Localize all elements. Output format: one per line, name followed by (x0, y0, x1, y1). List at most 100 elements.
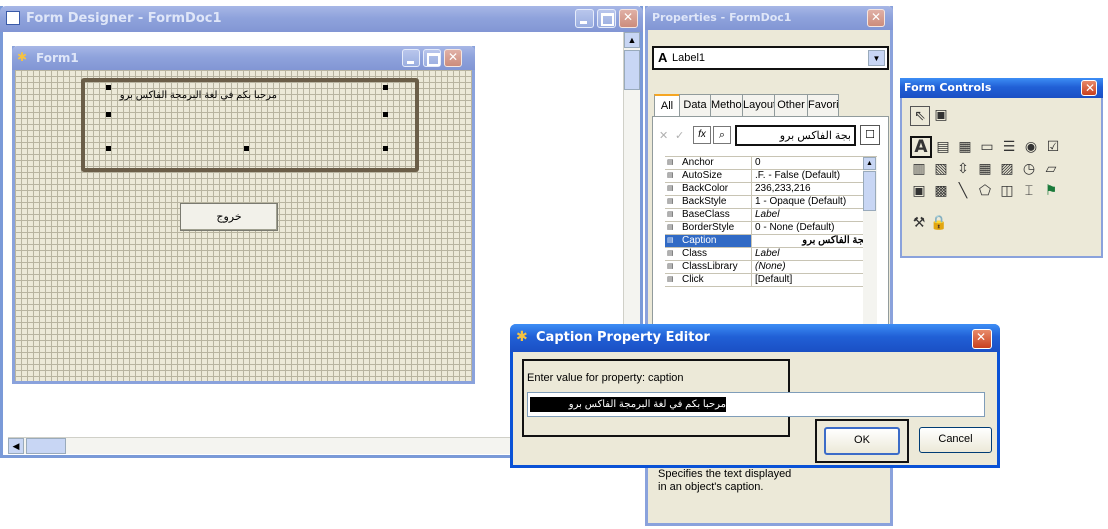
caption-editor-prompt: Enter value for property: caption (527, 372, 684, 384)
label-icon[interactable]: A (910, 136, 932, 158)
selection-handle[interactable] (383, 112, 388, 117)
form-designer-icon (6, 11, 20, 25)
ok-button[interactable]: OK (824, 427, 900, 455)
property-grid[interactable]: ▤ Anchor 0 ▤ AutoSize .F. - False (Default) … (665, 156, 877, 331)
properties-close-button[interactable] (867, 9, 885, 27)
zoom-icon[interactable]: ⌕ (713, 126, 731, 144)
checkbox-icon[interactable]: ☑ (1044, 138, 1062, 156)
selection-handle[interactable] (106, 146, 111, 151)
tab-favorites[interactable]: Favorites (807, 94, 839, 117)
object-selector-combo[interactable]: A Label1 ▼ (652, 46, 889, 70)
form-designer-title: Form Designer - FormDoc1 (26, 11, 222, 26)
property-row-borderstyle[interactable]: ▤ BorderStyle 0 - None (Default) (665, 222, 863, 235)
caption-editor-dialog: ✱ Caption Property Editor Enter value fo… (510, 324, 1000, 468)
property-row-baseclass[interactable]: ▤ BaseClass Label (665, 209, 863, 222)
grid-icon[interactable]: ▦ (976, 160, 994, 178)
commandgroup-icon[interactable]: ☰ (1000, 138, 1018, 156)
form-controls-toolbar: Form Controls ⇖ ▣ A ▤ ▦ ▭ ☰ ◉ ☑ ▥ ▧ ⇳ ▦ … (900, 78, 1103, 258)
form-controls-titlebar: Form Controls (900, 78, 1103, 98)
property-value-edit[interactable]: بجة الفاكس برو (735, 125, 856, 146)
scroll-left-button[interactable]: ◀ (8, 438, 24, 454)
ole-container-icon[interactable]: ▣ (910, 182, 928, 200)
close-button[interactable] (619, 9, 638, 28)
zoom-editor-icon[interactable]: ☐ (860, 125, 880, 145)
caption-editor-close-button[interactable] (972, 329, 992, 349)
property-row-backcolor[interactable]: ▤ BackColor 236,233,216 (665, 183, 863, 196)
tab-methods[interactable]: Methods (710, 94, 743, 117)
form1-icon: ✱ (17, 50, 28, 64)
form1-maximize-button[interactable] (423, 49, 441, 67)
line-icon[interactable]: ╲ (954, 182, 972, 200)
selection-handle[interactable] (383, 85, 388, 90)
property-description-text: Specifies the text displayed in an objec… (658, 468, 792, 493)
property-row-caption[interactable]: ▤ Caption بجة الفاكس برو (665, 235, 863, 248)
object-selector-value: Label1 (672, 52, 706, 64)
shape-icon[interactable]: ⬠ (976, 182, 994, 200)
property-icon: ▤ (667, 224, 674, 231)
hscroll-thumb[interactable] (26, 438, 66, 454)
separator-icon[interactable]: ⌶ (1020, 182, 1038, 200)
property-row-backstyle[interactable]: ▤ BackStyle 1 - Opaque (Default) (665, 196, 863, 209)
property-icon: ▤ (667, 263, 674, 270)
property-row-autosize[interactable]: ▤ AutoSize .F. - False (Default) (665, 170, 863, 183)
editbox-icon[interactable]: ▦ (956, 138, 974, 156)
tab-data[interactable]: Data (679, 94, 711, 117)
tab-all[interactable]: All (654, 94, 680, 118)
form1-minimize-button[interactable] (402, 49, 420, 67)
selection-handle[interactable] (106, 112, 111, 117)
property-row-class[interactable]: ▤ Class Label (665, 248, 863, 261)
form1-canvas[interactable]: مرحبا بكم في لغة البرمجة الفاكس برو خروج (15, 70, 472, 381)
ole-bound-icon[interactable]: ▩ (932, 182, 950, 200)
scroll-thumb[interactable] (624, 50, 640, 90)
property-value-text: بجة الفاكس برو (779, 130, 851, 142)
selection-handle[interactable] (244, 146, 249, 151)
scroll-thumb[interactable] (863, 171, 876, 211)
image-icon[interactable]: ▨ (998, 160, 1016, 178)
listbox-icon[interactable]: ▧ (932, 160, 950, 178)
scroll-up-button[interactable]: ▲ (624, 32, 640, 48)
maximize-button[interactable] (597, 9, 616, 28)
label1-caption: مرحبا بكم في لغة البرمجة الفاكس برو (119, 90, 277, 101)
property-grid-scrollbar[interactable]: ▲ (863, 157, 877, 331)
textbox-icon[interactable]: ▤ (934, 138, 952, 156)
hyperlink-icon[interactable]: ⚑ (1042, 182, 1060, 200)
commandbutton-icon[interactable]: ▭ (978, 138, 996, 156)
exit-command-button[interactable]: خروج (180, 203, 278, 231)
property-icon: ▤ (667, 211, 674, 218)
cancel-edit-icon[interactable]: ✕ (659, 129, 673, 143)
cancel-button[interactable]: Cancel (919, 427, 992, 453)
form-controls-close-button[interactable] (1081, 80, 1097, 96)
combobox-icon[interactable]: ▥ (910, 160, 928, 178)
optiongroup-icon[interactable]: ◉ (1022, 138, 1040, 156)
builder-lock-icon[interactable]: ⚒ (910, 214, 928, 232)
function-builder-icon[interactable]: fx (693, 126, 711, 144)
selection-handle[interactable] (106, 85, 111, 90)
spinner-icon[interactable]: ⇳ (954, 160, 972, 178)
view-classes-icon[interactable]: ▣ (932, 106, 950, 124)
timer-icon[interactable]: ◷ (1020, 160, 1038, 178)
pageframe-icon[interactable]: ▱ (1042, 160, 1060, 178)
property-row-classlibrary[interactable]: ▤ ClassLibrary (None) (665, 261, 863, 274)
properties-title: Properties - FormDoc1 (652, 11, 792, 24)
container-icon[interactable]: ◫ (998, 182, 1016, 200)
label-object-icon: A (658, 50, 668, 65)
property-row-anchor[interactable]: ▤ Anchor 0 (665, 157, 863, 170)
form-controls-title: Form Controls (904, 81, 992, 94)
properties-tab-panel: ✕ ✓ fx ⌕ بجة الفاكس برو ☐ ▤ Anchor 0 ▤ Auto… (652, 116, 889, 331)
form-designer-titlebar: Form Designer - FormDoc1 (0, 6, 643, 32)
form1-titlebar: ✱ Form1 (12, 46, 475, 70)
property-row-click[interactable]: ▤ Click [Default] (665, 274, 863, 287)
tab-other[interactable]: Other (774, 94, 808, 117)
caption-value-input[interactable]: مرحبا بكم في لغة البرمجة الفاكس برو (527, 392, 985, 417)
accept-edit-icon[interactable]: ✓ (675, 129, 689, 143)
selection-handle[interactable] (383, 146, 388, 151)
scroll-up-button[interactable]: ▲ (863, 157, 876, 170)
tab-layout[interactable]: Layout (742, 94, 775, 117)
form1-close-button[interactable] (444, 49, 462, 67)
label1-control[interactable]: مرحبا بكم في لغة البرمجة الفاكس برو (81, 78, 419, 172)
minimize-button[interactable] (575, 9, 594, 28)
button-lock-icon[interactable]: 🔒 (930, 214, 948, 232)
property-icon: ▤ (667, 159, 674, 166)
chevron-down-icon[interactable]: ▼ (868, 50, 885, 66)
pointer-icon[interactable]: ⇖ (910, 106, 930, 126)
